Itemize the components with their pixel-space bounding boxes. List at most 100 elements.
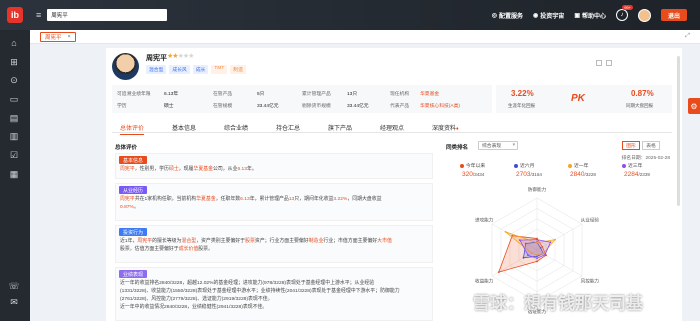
kpi-box: 3.22% 生涯年化回报 PK 0.87% 同期大盘回报 (496, 85, 672, 113)
legend-label: 今年以来 (466, 164, 486, 169)
settings-gear-icon[interactable]: ⚙ (688, 98, 700, 114)
radar-point (536, 257, 538, 260)
close-icon[interactable]: × (68, 34, 71, 40)
tab-performance[interactable]: 综合业绩 (224, 123, 248, 132)
radar-point (522, 256, 525, 259)
text-line: 近一年中的收益情况2840/3228，业绩稳健性(2941/3228)表现不佳。 (120, 305, 268, 310)
tab-holdings[interactable]: 持仓汇总 (276, 123, 300, 132)
block-investment-behavior: 投资行为 近1年，周宪平的擅长等级为混合型，资产类别主要偏好于股票资产；行业方面… (115, 225, 433, 263)
manager-name-link[interactable]: 周宪平 (120, 167, 135, 172)
manager-name-link[interactable]: 周宪平 (137, 239, 152, 244)
compare-icon[interactable] (596, 60, 602, 66)
help-center-link[interactable]: ▣ 帮助中心 (574, 11, 606, 20)
invest-universe-link[interactable]: ◉ 投资宇宙 (533, 11, 564, 20)
info-value: 硕士 (164, 104, 174, 109)
legend-dot (568, 163, 572, 168)
legend-item[interactable]: 近六月 2703/3164 (514, 162, 542, 178)
notification-bell-icon[interactable]: ♪ 99+ (616, 5, 633, 21)
home-icon[interactable]: ⌂ (8, 37, 20, 49)
tag: TMT (211, 65, 228, 74)
view-table-button[interactable]: 表格 (642, 141, 660, 150)
tab-deep-materials[interactable]: 深度资料♦ (432, 123, 459, 132)
rank-value: 2284/2339 (624, 171, 650, 178)
text-segment: 年，累计管理产品 (249, 197, 289, 202)
radar-point (544, 253, 547, 256)
block-text: 周宪平共在1家机构任职，当前机构华夏基金，任职年数6.13年，累计管理产品13只… (120, 196, 430, 212)
info-label: 现任机构 (390, 92, 410, 97)
text-highlight: 股票 (245, 239, 255, 244)
globe-icon: ◉ (533, 12, 539, 19)
info-label: 累计管理产品 (302, 92, 331, 97)
info-label: 在管产品 (213, 92, 233, 97)
config-service-link[interactable]: ◎ 配置服务 (492, 11, 523, 20)
peer-rank-title: 同类排名 (446, 145, 469, 151)
app-grid-icon[interactable]: ⊞ (8, 56, 20, 68)
info-label: 在管规模 (213, 104, 233, 109)
text-segment: ，资产类别主要偏好于 (196, 239, 246, 244)
chat-icon[interactable]: ✉ (8, 296, 20, 308)
logo-badge: ib (7, 7, 23, 23)
company-link[interactable]: 华夏基金 (193, 167, 213, 172)
legend-item[interactable]: 今年以来 320/3434 (460, 162, 486, 178)
check-list-icon[interactable]: ☑ (8, 149, 20, 161)
scrollbar[interactable] (677, 56, 680, 206)
folder-icon[interactable]: ▤ (8, 112, 20, 124)
rank-metric-value: 综合表现 (482, 144, 502, 149)
rank-metric-select[interactable]: 综合表现 ▾ (478, 141, 518, 150)
tab-overall[interactable]: 总体评价 (120, 123, 145, 135)
radar-axis-label: 从业经验 (581, 217, 600, 224)
invest-universe-label: 投资宇宙 (540, 13, 565, 20)
page-tab-manager[interactable]: 周宪平 × (40, 32, 76, 42)
manager-card: 周宪平 ★★★★★ 混合型 成长风 成长 TMT 制造 可追溯业绩年限 6.13… (106, 48, 682, 321)
left-sidebar: ⌂ ⊞ ⊙ ▭ ▤ ▥ ☑ ▦ ☏ ✉ (0, 30, 30, 321)
legend-item[interactable]: 近一年 2840/3228 (568, 162, 596, 178)
tab-viewpoints[interactable]: 经理观点 (380, 123, 404, 132)
text-segment: 。 (133, 205, 139, 210)
info-label: 剔除货币规模 (302, 104, 331, 109)
page-tab-strip: 周宪平 × ⤢ (30, 30, 700, 44)
exit-button[interactable]: 退出 (661, 9, 687, 21)
app-logo[interactable]: ib (0, 0, 30, 30)
info-label: 代表产品 (390, 104, 410, 109)
period-legend: 今年以来 320/3434 近六月 2703/3164 近一年 2840/3228 近… (446, 162, 672, 182)
user-avatar[interactable] (638, 8, 651, 22)
tab-basic-info[interactable]: 基本信息 (172, 123, 196, 132)
target-icon: ◎ (491, 12, 498, 19)
text-segment: ，性别男，学历 (134, 167, 169, 172)
text-segment: ，任职年数 (215, 197, 241, 202)
representative-product-link[interactable]: 华夏核心科技(A类) (420, 102, 460, 109)
legend-dot (460, 163, 464, 168)
block-label: 从业经历 (119, 186, 148, 194)
compass-icon[interactable]: ⊙ (8, 74, 20, 86)
peer-return-label: 同期大盘回报 (626, 103, 653, 108)
current-institution-link[interactable]: 华夏基金 (420, 90, 439, 97)
screen-icon[interactable]: ▭ (8, 93, 20, 105)
text-highlight: 成长价值 (178, 247, 199, 252)
radar-axis-label: 防御能力 (528, 186, 547, 193)
report-icon[interactable]: ▥ (8, 130, 20, 142)
tag: 制造 (230, 65, 246, 74)
text-segment: 的擅长等级为 (152, 239, 182, 244)
annual-return-label: 生涯年化回报 (508, 103, 535, 108)
view-chart-button[interactable]: 图形 (622, 141, 640, 150)
manager-name-link[interactable]: 周宪平 (120, 197, 135, 202)
block-label: 业绩表现 (119, 270, 148, 278)
menu-icon[interactable]: ≡ (36, 10, 41, 20)
rank-number: 2284 (624, 171, 639, 178)
tab-products[interactable]: 旗下产品 (328, 123, 352, 132)
text-highlight: 6.13 (237, 167, 247, 172)
clipboard-icon[interactable]: ▦ (8, 168, 20, 180)
rank-value: 320/3434 (462, 171, 484, 178)
tab-deep-materials-label: 深度资料 (432, 126, 457, 132)
star-icon: ★ (188, 53, 194, 60)
phone-icon[interactable]: ☏ (8, 280, 20, 292)
favorite-icon[interactable] (606, 60, 612, 66)
legend-item[interactable]: 近三年 2284/2339 (622, 162, 650, 178)
company-link[interactable]: 华夏基金 (196, 197, 216, 202)
rank-date: 排名日期：2025-02-28 (621, 156, 670, 161)
search-input[interactable]: 周宪平 (47, 9, 168, 21)
text-segment: ，现履 (178, 167, 194, 172)
top-bar: ib ≡ 周宪平 ◎ 配置服务 ◉ 投资宇宙 ▣ 帮助中心 ♪ 99+ 退出 (0, 0, 700, 30)
expand-icon[interactable]: ⤢ (685, 33, 690, 40)
legend-label: 近六月 (520, 164, 535, 169)
